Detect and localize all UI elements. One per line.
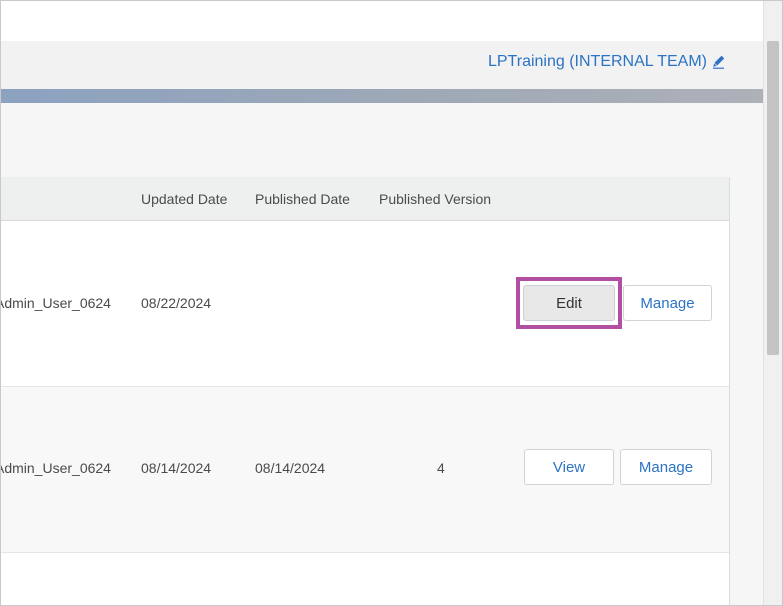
column-header-updated-date: Updated Date	[141, 191, 228, 207]
table-row	[1, 553, 729, 605]
org-name: LPTraining (INTERNAL TEAM)	[487, 53, 707, 70]
vertical-scrollbar[interactable]	[763, 1, 782, 605]
manage-button[interactable]: Manage	[620, 449, 712, 485]
manage-button[interactable]: Manage	[623, 285, 712, 321]
page-header: LPTraining (INTERNAL TEAM)	[1, 41, 763, 89]
updated-by-cell: Admin_User_0624	[0, 460, 111, 476]
scrollbar-thumb[interactable]	[767, 41, 779, 355]
updated-date-cell: 08/14/2024	[141, 460, 212, 476]
column-header-published-version: Published Version	[379, 191, 492, 207]
header-divider-bar	[1, 89, 763, 103]
app-window: LPTraining (INTERNAL TEAM) Updated Date …	[0, 0, 783, 606]
top-strip	[1, 1, 763, 41]
table-row: Admin_User_0624 08/14/2024 08/14/2024 4 …	[1, 387, 729, 553]
org-name-link[interactable]: LPTraining (INTERNAL TEAM)	[488, 53, 725, 71]
published-version-cell: 4	[437, 460, 445, 476]
table-row: Admin_User_0624 08/22/2024 Edit Manage	[1, 221, 729, 387]
updated-by-cell: Admin_User_0624	[0, 295, 111, 311]
table-header: Updated Date Published Date Published Ve…	[1, 177, 729, 221]
versions-table: Updated Date Published Date Published Ve…	[1, 177, 730, 605]
column-header-published-date: Published Date	[255, 191, 350, 207]
published-date-cell: 08/14/2024	[255, 460, 326, 476]
updated-date-cell: 08/22/2024	[141, 295, 212, 311]
edit-button[interactable]: Edit	[523, 285, 615, 321]
view-button[interactable]: View	[524, 449, 614, 485]
pencil-icon[interactable]	[713, 55, 725, 69]
